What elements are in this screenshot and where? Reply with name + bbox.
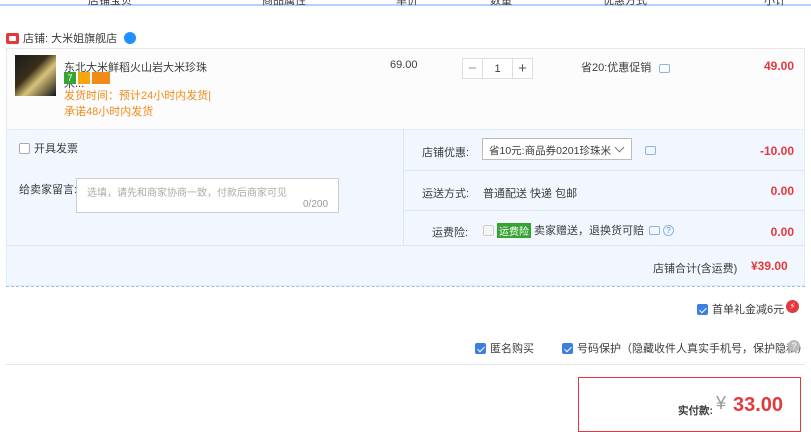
service-badges: 7 [64, 72, 110, 84]
payment-label: 实付款: [678, 405, 713, 417]
divider [403, 129, 404, 245]
delivery-amount: 0.00 [770, 184, 794, 198]
col-price-header: 单价 [396, 0, 418, 7]
item-subtotal: 49.00 [763, 59, 794, 73]
unit-price: 69.00 [390, 59, 418, 71]
first-order-label: 首单礼金减6元 [712, 304, 785, 316]
divider [404, 170, 804, 171]
insurance-label: 运费险: [432, 227, 469, 239]
chat-icon[interactable] [659, 63, 671, 73]
chat-icon[interactable] [649, 225, 660, 235]
increase-button[interactable]: + [512, 58, 533, 79]
product-thumbnail[interactable] [15, 55, 56, 96]
shop-icon [6, 32, 19, 44]
help-icon[interactable]: ? [663, 224, 674, 236]
dashed-separator [6, 286, 805, 287]
quantity-stepper: − 1 + [462, 58, 533, 79]
col-qty-header: 数量 [490, 0, 512, 7]
col-subtotal-header: 小计 [764, 0, 786, 7]
invoice-checkbox[interactable] [19, 142, 30, 154]
insurance-amount: 0.00 [770, 225, 794, 239]
col-attr-header: 商品属性 [262, 0, 306, 7]
shop-total-value: ¥39.00 [751, 259, 788, 273]
wangwang-chat-icon[interactable] [124, 32, 137, 44]
privacy-option[interactable]: 号码保护（隐藏收件人真实手机号，保护隐私） [562, 340, 808, 356]
delivery-method: 普通配送 快递 包邮 [483, 188, 578, 200]
promo-text: 省20:优惠促销 [581, 62, 652, 74]
anonymous-option[interactable]: 匿名购买 [475, 340, 534, 356]
first-order-checkbox[interactable] [697, 303, 708, 315]
shop-discount-amount: -10.00 [759, 144, 794, 158]
shop-total-label: 店铺合计(含运费) [653, 263, 738, 275]
coupon-info-icon[interactable] [645, 146, 656, 155]
col-promo-header: 优惠方式 [603, 0, 647, 7]
invoice-label: 开具发票 [34, 143, 78, 155]
message-label: 给卖家留言: [19, 184, 78, 196]
shop-coupon-select[interactable]: 省10元:商品券0201珍珠米 [482, 138, 632, 160]
seven-day-return-icon: 7 [64, 72, 76, 84]
question-icon[interactable]: ? [788, 340, 800, 352]
insurance-option: 运费险 卖家赠送，退换货可赔 ? [483, 222, 674, 238]
coupon-selected-value: 省10元:商品券0201珍珠米 [489, 145, 611, 157]
message-char-counter: 0/200 [303, 199, 329, 210]
shipping-time-note: 发货时间：预计24小时内发货|承诺48小时内发货 [64, 90, 212, 118]
divider [404, 210, 804, 211]
anonymous-checkbox[interactable] [475, 342, 486, 354]
privacy-label: 号码保护（隐藏收件人真实手机号，保护隐私） [577, 343, 808, 355]
delivery-label: 运送方式: [422, 188, 470, 200]
lightning-icon: ⚡ [786, 300, 799, 313]
insurance-text: 卖家赠送，退换货可赔 [534, 225, 644, 237]
table-header: 店铺宝贝 商品属性 单价 数量 优惠方式 小计 [0, 0, 811, 7]
invoice-option[interactable]: 开具发票 [19, 140, 78, 156]
insurance-tag: 运费险 [497, 222, 531, 238]
divider [6, 364, 805, 365]
currency-symbol: ¥ [716, 393, 727, 413]
privacy-checkbox[interactable] [562, 342, 573, 354]
divider [6, 245, 805, 246]
quantity-input[interactable]: 1 [483, 58, 512, 79]
shop-discount-label: 店铺优惠: [422, 147, 470, 159]
shop-row: 店铺: 大米姐旗舰店 [6, 30, 137, 46]
guarantee-icon [78, 72, 90, 84]
anonymous-label: 匿名购买 [490, 343, 534, 355]
decrease-button[interactable]: − [462, 58, 483, 79]
card-payment-icon [92, 72, 110, 84]
promo-info: 省20:优惠促销 [581, 59, 671, 75]
first-order-option[interactable]: 首单礼金减6元 [697, 301, 784, 317]
payment-amount: 33.00 [733, 394, 784, 416]
shop-name[interactable]: 店铺: 大米姐旗舰店 [23, 30, 117, 46]
message-placeholder: 选填，请先和商家协商一致，付款后商家可见 [87, 188, 287, 199]
col-product-header: 店铺宝贝 [88, 0, 132, 7]
insurance-checkbox [483, 224, 494, 236]
